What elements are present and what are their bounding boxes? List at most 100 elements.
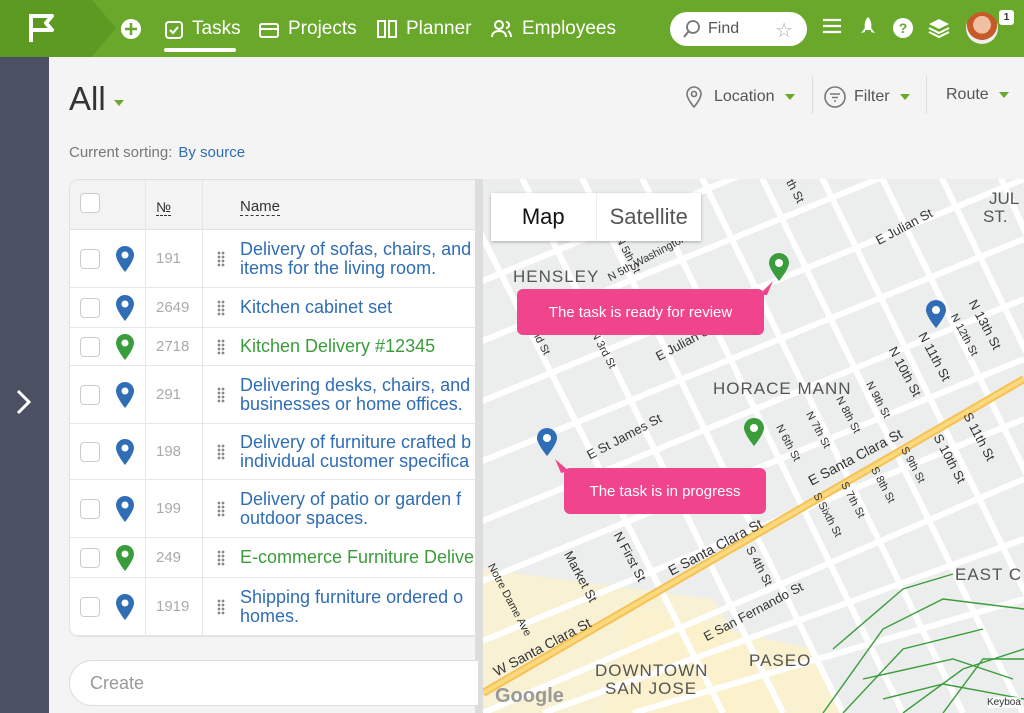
expand-sidebar-chevron-icon[interactable] — [14, 387, 34, 425]
task-name-line: individual customer specifica — [240, 451, 470, 471]
rocket-button[interactable] — [860, 16, 876, 43]
task-name-line: E-commerce Furniture Delive — [240, 548, 475, 567]
map-tab[interactable]: Map — [491, 193, 597, 241]
location-pin-icon[interactable] — [114, 438, 136, 466]
chevron-down-icon — [899, 94, 910, 100]
drag-handle-icon[interactable] — [217, 599, 225, 615]
row-checkbox[interactable] — [80, 249, 100, 269]
callout-in-progress: The task is in progress — [564, 468, 766, 514]
flag-logo-icon — [29, 14, 54, 42]
row-number: 1919 — [156, 598, 190, 615]
drag-handle-icon[interactable] — [217, 444, 225, 460]
map-panel[interactable]: HENSLEY HORACE MANN DOWNTOWN SAN JOSE PA… — [483, 179, 1024, 713]
map-marker-green[interactable] — [767, 252, 791, 282]
table-row[interactable]: 191 Delivery of sofas, chairs, and items f… — [70, 230, 478, 288]
plus-circle-icon — [121, 18, 141, 39]
collapsed-sidebar — [0, 57, 49, 713]
columns-icon — [377, 19, 397, 38]
table-row[interactable]: 249 E-commerce Furniture Delive — [70, 538, 478, 578]
map-label-downtown: DOWNTOWN — [595, 661, 709, 680]
page-title: All — [69, 80, 106, 117]
task-name-line: items for the living room. — [240, 258, 437, 278]
sorting-value-link[interactable]: By source — [178, 144, 245, 161]
row-number: 199 — [156, 500, 182, 517]
nav-tab-planner[interactable]: Planner — [376, 0, 472, 57]
map-label-east: EAST C — [955, 565, 1023, 584]
map-type-toggle: Map Satellite — [491, 193, 701, 241]
row-checkbox[interactable] — [80, 597, 100, 617]
table-row[interactable]: 2718 Kitchen Delivery #12345 — [70, 328, 478, 366]
task-name-link[interactable]: Delivering desks, chairs, and businesses … — [240, 376, 478, 414]
create-task-input[interactable]: Create — [69, 660, 479, 706]
nav-tab-employees[interactable]: Employees — [490, 0, 616, 57]
search-placeholder: Find — [708, 20, 740, 37]
location-pin-icon[interactable] — [114, 593, 136, 621]
select-all-checkbox[interactable] — [80, 193, 100, 213]
task-name-link[interactable]: Shipping furniture ordered o homes. — [240, 588, 478, 626]
view-selector[interactable]: All — [69, 80, 124, 118]
layers-button[interactable] — [928, 17, 950, 44]
nav-tab-projects[interactable]: Projects — [258, 0, 357, 57]
task-name-link[interactable]: Kitchen cabinet set — [240, 298, 478, 317]
location-pin-icon[interactable] — [114, 333, 136, 361]
add-button[interactable] — [120, 0, 150, 57]
row-checkbox[interactable] — [80, 298, 100, 318]
task-name-link[interactable]: Kitchen Delivery #12345 — [240, 337, 478, 356]
briefcase-icon — [259, 22, 279, 38]
task-name-link[interactable]: Delivery of sofas, chairs, and items for … — [240, 240, 478, 278]
drag-handle-icon[interactable] — [217, 550, 225, 566]
app-logo[interactable] — [0, 0, 116, 57]
drag-handle-icon[interactable] — [217, 300, 225, 316]
nav-tab-label: Projects — [288, 17, 357, 39]
row-number: 291 — [156, 386, 182, 403]
table-row[interactable]: 1919 Shipping furniture ordered o homes. — [70, 578, 478, 636]
location-pin-icon[interactable] — [114, 294, 136, 322]
user-avatar[interactable] — [966, 12, 998, 44]
row-checkbox[interactable] — [80, 385, 100, 405]
search-input[interactable]: Find ☆ — [670, 12, 807, 46]
row-checkbox[interactable] — [80, 499, 100, 519]
location-pin-icon[interactable] — [114, 495, 136, 523]
task-name-line: Delivery of furniture crafted b — [240, 433, 472, 452]
task-name-link[interactable]: E-commerce Furniture Delive — [240, 548, 478, 567]
task-name-line: homes. — [240, 606, 300, 626]
task-name-line: Kitchen Delivery #12345 — [240, 337, 436, 356]
table-row[interactable]: 291 Delivering desks, chairs, and business… — [70, 366, 478, 424]
location-pin-icon[interactable] — [114, 544, 136, 572]
drag-handle-icon[interactable] — [217, 387, 225, 403]
location-pin-icon[interactable] — [114, 381, 136, 409]
row-checkbox[interactable] — [80, 337, 100, 357]
filter-button[interactable]: Filter — [824, 86, 910, 108]
row-checkbox[interactable] — [80, 548, 100, 568]
favorite-star-icon[interactable]: ☆ — [775, 18, 793, 43]
table-row[interactable]: 199 Delivery of patio or garden f outdoor … — [70, 480, 478, 538]
map-label-hensley: HENSLEY — [513, 267, 600, 286]
task-name-line: Shipping furniture ordered o — [240, 588, 464, 607]
location-label: Location — [714, 88, 775, 105]
menu-button[interactable] — [822, 16, 842, 41]
drag-handle-icon[interactable] — [217, 501, 225, 517]
table-row[interactable]: 198 Delivery of furniture crafted b indivi… — [70, 424, 478, 480]
help-button[interactable]: ? — [892, 17, 914, 44]
keyboard-shortcuts-link[interactable]: Keyboa — [987, 697, 1021, 708]
map-marker-green[interactable] — [742, 417, 766, 447]
drag-handle-icon[interactable] — [217, 339, 225, 355]
map-marker-blue[interactable] — [924, 299, 948, 329]
task-name-link[interactable]: Delivery of furniture crafted b individua… — [240, 433, 478, 471]
column-header-name[interactable]: Name — [240, 198, 281, 216]
column-header-number[interactable]: № — [156, 199, 172, 216]
panel-resize-handle[interactable] — [475, 179, 483, 713]
satellite-tab[interactable]: Satellite — [597, 193, 702, 241]
drag-handle-icon[interactable] — [217, 251, 225, 267]
chevron-down-icon — [113, 100, 124, 106]
route-button[interactable]: Route — [946, 86, 1009, 104]
task-name-link[interactable]: Delivery of patio or garden f outdoor spa… — [240, 490, 478, 528]
task-name-line: Delivering desks, chairs, and — [240, 376, 471, 395]
row-checkbox[interactable] — [80, 442, 100, 462]
nav-tab-label: Tasks — [192, 17, 241, 39]
location-button[interactable]: Location — [684, 86, 795, 108]
location-pin-icon[interactable] — [114, 245, 136, 273]
filter-label: Filter — [854, 88, 890, 105]
map-marker-blue[interactable] — [535, 427, 559, 457]
table-row[interactable]: 2649 Kitchen cabinet set — [70, 288, 478, 328]
